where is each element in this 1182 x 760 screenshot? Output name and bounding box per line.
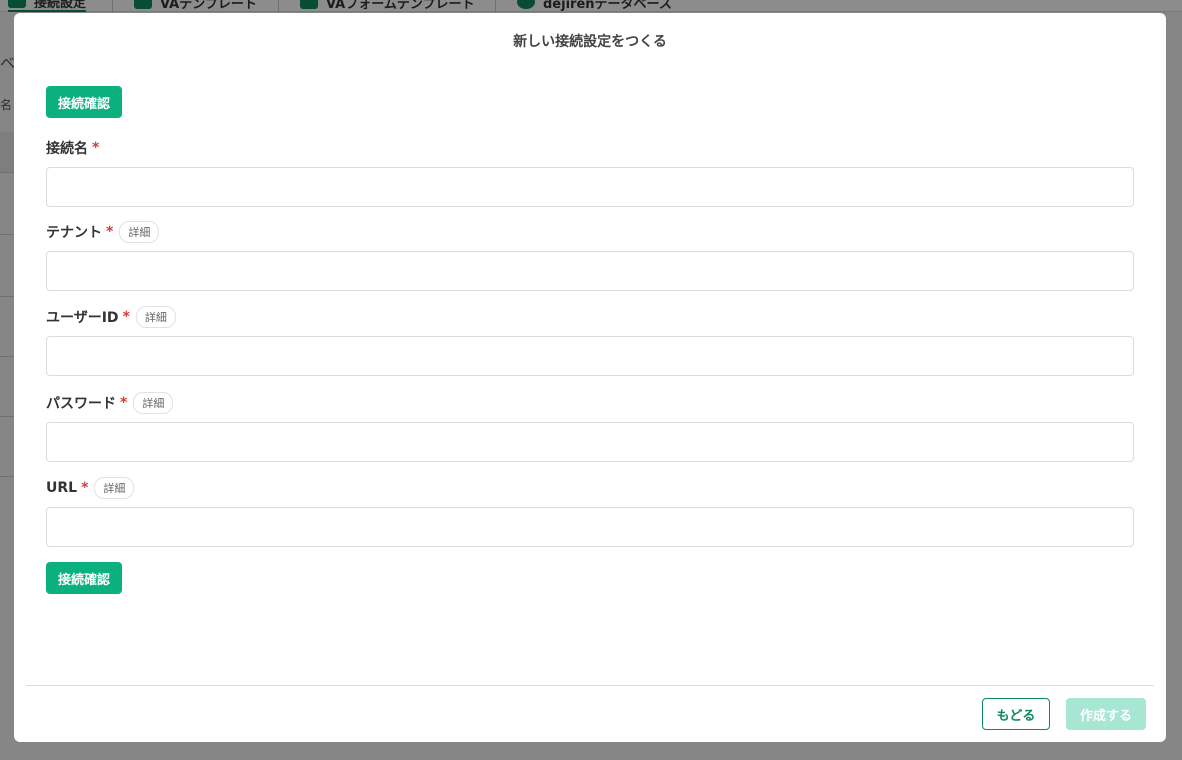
required-mark: * [122, 309, 130, 325]
field-label-row: ユーザーID * 詳細 [46, 306, 1134, 328]
required-mark: * [81, 480, 89, 496]
connection-name-field: 接続名 * [46, 137, 1134, 207]
modal-title: 新しい接続設定をつくる [513, 34, 667, 50]
tenant-input[interactable] [46, 251, 1134, 291]
field-label: 接続名 [46, 141, 88, 157]
required-mark: * [120, 395, 128, 411]
detail-pill[interactable]: 詳細 [94, 477, 135, 499]
field-label-row: テナント * 詳細 [46, 221, 1134, 243]
field-label-row: 接続名 * [46, 137, 1134, 159]
back-button[interactable]: もどる [982, 698, 1050, 730]
url-field: URL * 詳細 [46, 477, 1134, 547]
create-button[interactable]: 作成する [1066, 698, 1146, 730]
password-field: パスワード * 詳細 [46, 392, 1134, 462]
footer-divider [26, 685, 1154, 686]
field-label: テナント [46, 225, 102, 241]
connection-name-input[interactable] [46, 167, 1134, 207]
tenant-field: テナント * 詳細 [46, 221, 1134, 291]
detail-pill[interactable]: 詳細 [135, 306, 176, 328]
connection-check-button-bottom[interactable]: 接続確認 [46, 562, 123, 594]
password-input[interactable] [46, 422, 1134, 462]
connection-check-button-top[interactable]: 接続確認 [46, 86, 123, 118]
field-label-row: パスワード * 詳細 [46, 392, 1134, 414]
user-id-field: ユーザーID * 詳細 [46, 306, 1134, 376]
field-label: ユーザーID [46, 310, 119, 326]
detail-pill[interactable]: 詳細 [133, 392, 174, 414]
field-label: URL [46, 480, 78, 496]
required-mark: * [92, 140, 100, 156]
field-label: パスワード [46, 396, 116, 412]
required-mark: * [106, 224, 114, 240]
field-label-row: URL * 詳細 [46, 477, 1134, 499]
url-input[interactable] [46, 507, 1134, 547]
user-id-input[interactable] [46, 336, 1134, 376]
detail-pill[interactable]: 詳細 [119, 221, 160, 243]
create-connection-modal: 新しい接続設定をつくる 接続確認 接続名 * テナント * 詳細 ユーザーID … [14, 13, 1166, 742]
